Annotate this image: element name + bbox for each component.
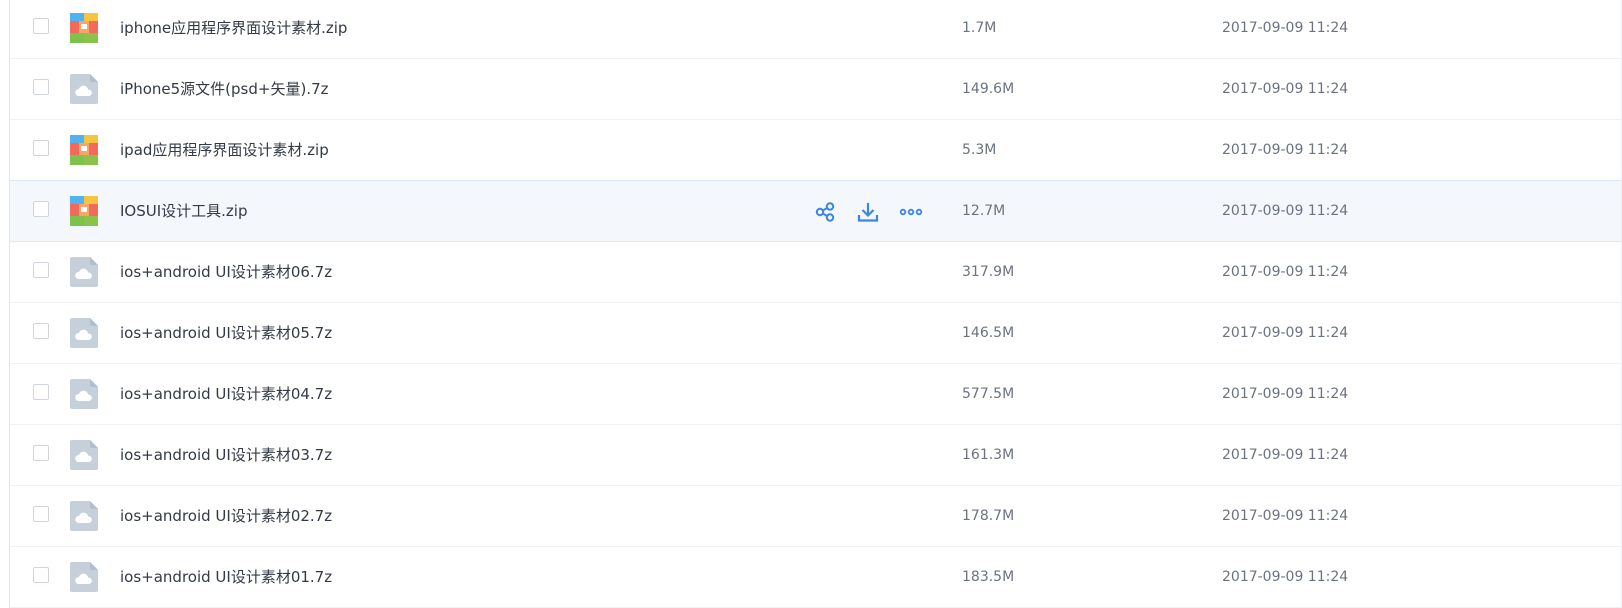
file-name[interactable]: ios+android UI设计素材02.7z [120,486,332,546]
table-row[interactable]: iphone应用程序界面设计素材.zip 1.7M 2017-09-09 11:… [10,0,1621,59]
file-date: 2017-09-09 11:24 [1222,569,1349,585]
cloud-file-icon [70,440,98,470]
file-size: 317.9M [962,264,1015,280]
more-button[interactable] [898,199,924,225]
file-size: 149.6M [962,81,1015,97]
file-size: 577.5M [962,386,1015,402]
file-name[interactable]: ios+android UI设计素材03.7z [120,425,332,485]
share-icon [815,202,835,222]
row-checkbox[interactable] [33,140,49,156]
table-row[interactable]: ios+android UI设计素材02.7z 178.7M 2017-09-0… [10,486,1621,547]
file-name[interactable]: iPhone5源文件(psd+矢量).7z [120,59,329,119]
file-name[interactable]: ios+android UI设计素材06.7z [120,242,332,302]
file-date: 2017-09-09 11:24 [1222,264,1349,280]
file-list: iphone应用程序界面设计素材.zip 1.7M 2017-09-09 11:… [10,0,1621,608]
file-size: 5.3M [962,142,997,158]
share-button[interactable] [812,199,838,225]
file-name[interactable]: ios+android UI设计素材05.7z [120,303,332,363]
file-name[interactable]: IOSUI设计工具.zip [120,181,248,241]
cloud-file-icon [70,501,98,531]
file-list-page: iphone应用程序界面设计素材.zip 1.7M 2017-09-09 11:… [0,0,1622,608]
cloud-file-icon [70,379,98,409]
file-date: 2017-09-09 11:24 [1222,81,1349,97]
download-button[interactable] [855,199,881,225]
file-date: 2017-09-09 11:24 [1222,386,1349,402]
table-row[interactable]: IOSUI设计工具.zip 12.7M 2017-09-09 11:24 [10,180,1621,242]
row-checkbox[interactable] [33,506,49,522]
row-checkbox[interactable] [33,384,49,400]
file-date: 2017-09-09 11:24 [1222,20,1349,36]
file-name[interactable]: iphone应用程序界面设计素材.zip [120,0,347,58]
row-checkbox[interactable] [33,18,49,34]
file-date: 2017-09-09 11:24 [1222,508,1349,524]
file-date: 2017-09-09 11:24 [1222,142,1349,158]
file-size: 161.3M [962,447,1015,463]
file-date: 2017-09-09 11:24 [1222,203,1349,219]
file-size: 146.5M [962,325,1015,341]
row-checkbox[interactable] [33,201,49,217]
table-row[interactable]: iPhone5源文件(psd+矢量).7z 149.6M 2017-09-09 … [10,59,1621,120]
file-date: 2017-09-09 11:24 [1222,447,1349,463]
row-checkbox[interactable] [33,567,49,583]
download-icon [857,203,879,222]
table-row[interactable]: ios+android UI设计素材03.7z 161.3M 2017-09-0… [10,425,1621,486]
cloud-file-icon [70,318,98,348]
row-actions [812,199,924,225]
zip-archive-icon [70,135,98,165]
cloud-file-icon [70,74,98,104]
file-size: 12.7M [962,203,1006,219]
row-checkbox[interactable] [33,445,49,461]
table-row[interactable]: ios+android UI设计素材01.7z 183.5M 2017-09-0… [10,547,1621,608]
table-row[interactable]: ios+android UI设计素材06.7z 317.9M 2017-09-0… [10,242,1621,303]
cloud-file-icon [70,562,98,592]
row-checkbox[interactable] [33,79,49,95]
more-icon [899,208,923,216]
cloud-file-icon [70,257,98,287]
file-name[interactable]: ipad应用程序界面设计素材.zip [120,120,329,180]
file-size: 1.7M [962,20,997,36]
file-name[interactable]: ios+android UI设计素材04.7z [120,364,332,424]
table-row[interactable]: ios+android UI设计素材04.7z 577.5M 2017-09-0… [10,364,1621,425]
zip-archive-icon [70,13,98,43]
file-date: 2017-09-09 11:24 [1222,325,1349,341]
file-size: 178.7M [962,508,1015,524]
file-name[interactable]: ios+android UI设计素材01.7z [120,547,332,607]
row-checkbox[interactable] [33,262,49,278]
row-checkbox[interactable] [33,323,49,339]
file-size: 183.5M [962,569,1015,585]
table-row[interactable]: ios+android UI设计素材05.7z 146.5M 2017-09-0… [10,303,1621,364]
table-row[interactable]: ipad应用程序界面设计素材.zip 5.3M 2017-09-09 11:24 [10,120,1621,181]
zip-archive-icon [70,196,98,226]
